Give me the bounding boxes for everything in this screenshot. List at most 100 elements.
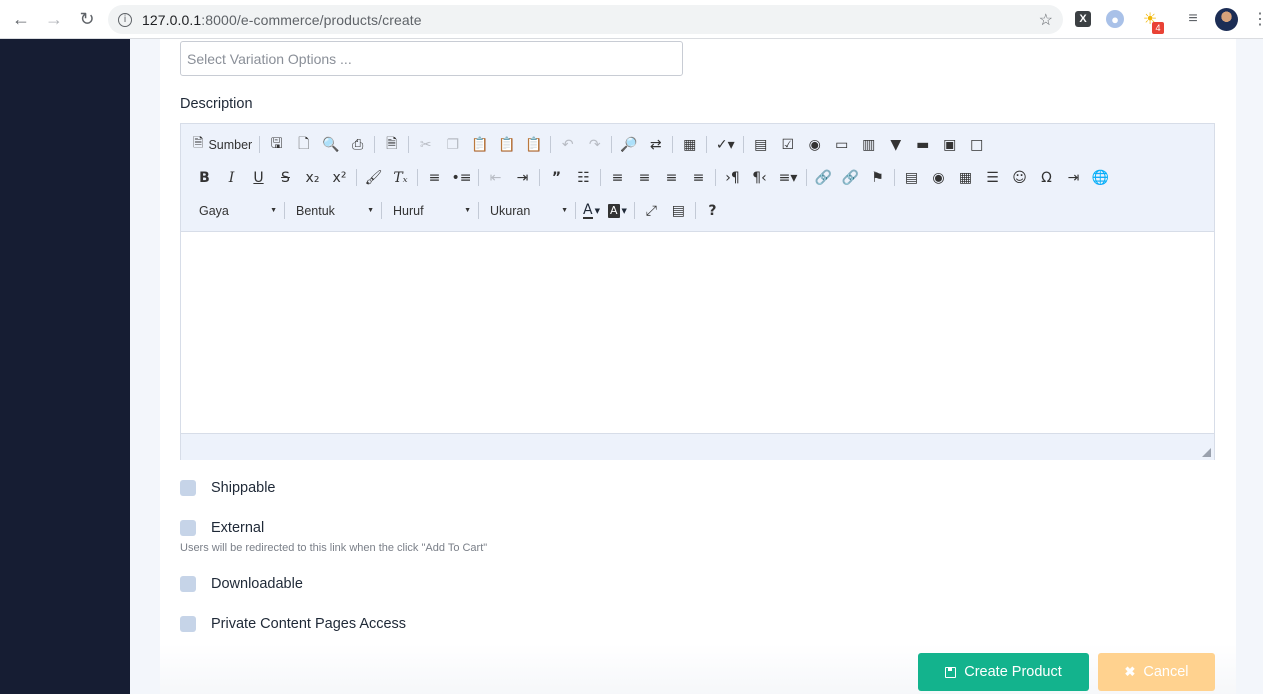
external-checkbox[interactable] <box>180 520 196 536</box>
button-field-icon[interactable]: ▬ <box>909 133 936 157</box>
language-icon[interactable]: ≡▾ <box>773 166 803 190</box>
text-color-button[interactable]: A ▼ <box>579 199 604 223</box>
copy-icon[interactable]: ❐ <box>439 133 466 157</box>
create-product-label: Create Product <box>964 664 1062 680</box>
cut-icon[interactable]: ✂ <box>412 133 439 157</box>
media-queue-icon[interactable]: ≡ <box>1183 9 1203 29</box>
radio-icon[interactable]: ◉ <box>801 133 828 157</box>
outdent-icon[interactable]: ⇤ <box>482 166 509 190</box>
url-text[interactable]: 127.0.0.1:8000/e-commerce/products/creat… <box>142 12 422 28</box>
back-icon[interactable]: ← <box>7 5 35 33</box>
reload-icon[interactable]: ↻ <box>73 5 101 33</box>
align-left-icon[interactable]: ≡ <box>604 166 631 190</box>
paste-icon[interactable]: 📋 <box>466 133 493 157</box>
blockquote-icon[interactable]: ” <box>543 166 570 190</box>
copy-format-icon[interactable]: 🖌 <box>360 166 387 190</box>
undo-icon[interactable]: ↶ <box>554 133 581 157</box>
toolbar-separator <box>259 136 261 153</box>
templates-icon[interactable]: 🗎 <box>378 133 405 157</box>
variation-options-select[interactable]: Select Variation Options ... <box>180 41 683 76</box>
maximize-icon[interactable]: ⤢ <box>638 199 665 223</box>
save-icon[interactable]: 🖫 <box>263 133 290 157</box>
print-icon[interactable]: ⎙ <box>344 133 371 157</box>
resize-handle-icon[interactable] <box>1202 448 1211 457</box>
subscript-icon[interactable]: x₂ <box>299 166 326 190</box>
find-icon[interactable]: 🔎 <box>615 133 642 157</box>
select-all-icon[interactable]: ▦ <box>676 133 703 157</box>
numbered-list-icon[interactable]: ≡ <box>421 166 448 190</box>
table-icon[interactable]: ▦ <box>952 166 979 190</box>
replace-icon[interactable]: ⇄ <box>642 133 669 157</box>
smiley-icon[interactable]: ☺ <box>1006 166 1033 190</box>
browser-menu-icon[interactable]: ⋮ <box>1252 9 1263 29</box>
bookmark-star-icon[interactable]: ☆ <box>1039 10 1053 30</box>
source-button[interactable]: 🗎 Sumber <box>191 133 256 157</box>
cancel-button[interactable]: ✖ Cancel <box>1098 653 1215 691</box>
rtl-icon[interactable]: ¶‹ <box>746 166 773 190</box>
toolbar-separator <box>408 136 410 153</box>
paste-text-icon[interactable]: 📋 <box>493 133 520 157</box>
flash-icon[interactable]: ◉ <box>925 166 952 190</box>
hidden-field-icon[interactable]: □ <box>963 133 990 157</box>
profile-avatar[interactable] <box>1215 8 1238 31</box>
image-icon[interactable]: ▤ <box>898 166 925 190</box>
superscript-icon[interactable]: x² <box>326 166 353 190</box>
source-icon: 🗎 <box>193 135 204 151</box>
style-dropdown[interactable]: Gaya ▼ <box>191 199 281 223</box>
checkbox-icon[interactable]: ☑ <box>774 133 801 157</box>
option-downloadable[interactable]: Downloadable <box>180 576 303 592</box>
iframe-globe-icon[interactable]: 🌐 <box>1087 166 1114 190</box>
form-icon[interactable]: ▤ <box>747 133 774 157</box>
address-bar[interactable]: i 127.0.0.1:8000/e-commerce/products/cre… <box>108 5 1063 34</box>
paste-word-icon[interactable]: 📋 <box>520 133 547 157</box>
textarea-icon[interactable]: ▥ <box>855 133 882 157</box>
page-break-icon[interactable]: ⇥ <box>1060 166 1087 190</box>
redo-icon[interactable]: ↷ <box>581 133 608 157</box>
background-color-button[interactable]: A ▼ <box>604 199 631 223</box>
info-icon[interactable]: i <box>118 12 132 27</box>
horizontal-line-icon[interactable]: ☰ <box>979 166 1006 190</box>
option-external[interactable]: External <box>180 520 264 536</box>
sidebar <box>0 39 130 694</box>
font-dropdown[interactable]: Huruf ▼ <box>385 199 475 223</box>
underline-icon[interactable]: U <box>245 166 272 190</box>
unlink-icon[interactable]: 🔗 <box>837 166 864 190</box>
forward-icon[interactable]: → <box>40 5 68 33</box>
div-container-icon[interactable]: ☷ <box>570 166 597 190</box>
italic-icon[interactable]: I <box>218 166 245 190</box>
extension-circle-icon[interactable]: ● <box>1106 10 1124 28</box>
show-blocks-icon[interactable]: ▤ <box>665 199 692 223</box>
spellcheck-icon[interactable]: ✓▾ <box>710 133 740 157</box>
size-dropdown[interactable]: Ukuran ▼ <box>482 199 572 223</box>
ltr-icon[interactable]: ›¶ <box>719 166 746 190</box>
option-shippable[interactable]: Shippable <box>180 480 276 496</box>
new-page-icon[interactable]: 🗋 <box>290 133 317 157</box>
align-justify-icon[interactable]: ≡ <box>685 166 712 190</box>
extension-x-icon[interactable]: X <box>1075 11 1091 27</box>
special-char-icon[interactable]: Ω <box>1033 166 1060 190</box>
editor-content-area[interactable] <box>181 232 1214 433</box>
link-icon[interactable]: 🔗 <box>810 166 837 190</box>
anchor-flag-icon[interactable]: ⚑ <box>864 166 891 190</box>
chevron-down-icon: ▼ <box>270 207 277 214</box>
toolbar-row-3: Gaya ▼ Bentuk ▼ Huruf ▼ Ukuran ▼ A ▼ A ▼… <box>191 194 1206 227</box>
private-content-checkbox[interactable] <box>180 616 196 632</box>
create-product-button[interactable]: Create Product <box>918 653 1089 691</box>
align-right-icon[interactable]: ≡ <box>658 166 685 190</box>
shippable-checkbox[interactable] <box>180 480 196 496</box>
indent-icon[interactable]: ⇥ <box>509 166 536 190</box>
select-field-icon[interactable]: ▼ <box>882 133 909 157</box>
option-private-content[interactable]: Private Content Pages Access <box>180 616 406 632</box>
remove-format-icon[interactable]: Tₓ <box>387 166 414 190</box>
strikethrough-icon[interactable]: S <box>272 166 299 190</box>
bulleted-list-icon[interactable]: •≡ <box>448 166 475 190</box>
help-icon[interactable]: ? <box>699 199 726 223</box>
bold-icon[interactable]: B <box>191 166 218 190</box>
align-center-icon[interactable]: ≡ <box>631 166 658 190</box>
image-button-icon[interactable]: ▣ <box>936 133 963 157</box>
downloadable-checkbox[interactable] <box>180 576 196 592</box>
preview-icon[interactable]: 🔍 <box>317 133 344 157</box>
browser-toolbar: ← → ↻ i 127.0.0.1:8000/e-commerce/produc… <box>0 0 1263 39</box>
text-field-icon[interactable]: ▭ <box>828 133 855 157</box>
format-dropdown[interactable]: Bentuk ▼ <box>288 199 378 223</box>
